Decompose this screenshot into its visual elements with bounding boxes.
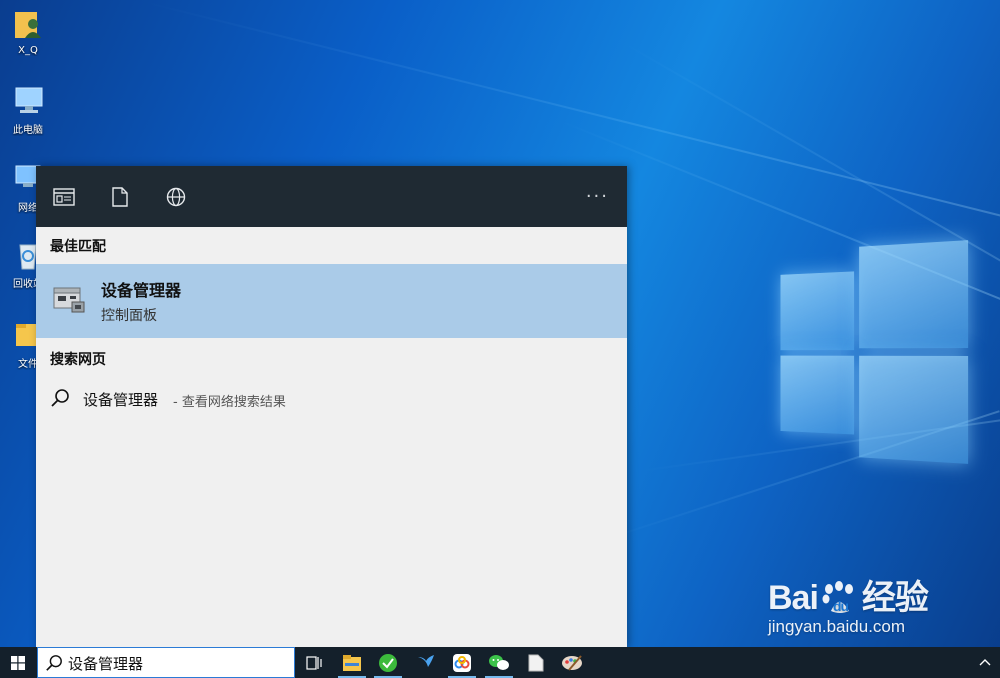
search-results-panel: ··· 最佳匹配 设备管理器 控制面板 搜索网页 设备管理器 - 查看网络搜索结… xyxy=(36,166,627,648)
windows-logo-wallpaper xyxy=(780,240,970,464)
web-search-result[interactable]: 设备管理器 - 查看网络搜索结果 xyxy=(36,382,627,414)
web-query-hint: - 查看网络搜索结果 xyxy=(173,395,286,410)
logo-pane xyxy=(780,355,855,435)
notepad-icon xyxy=(528,654,544,671)
taskbar-green-app[interactable] xyxy=(370,647,406,678)
light-beam xyxy=(619,40,1000,267)
desktop-icon-label: 此电脑 xyxy=(13,125,43,136)
windows-start-icon xyxy=(11,655,25,670)
result-title: 设备管理器 xyxy=(101,281,182,300)
search-icon xyxy=(46,655,62,671)
web-search-heading: 搜索网页 xyxy=(50,352,106,368)
watermark-brand-suffix: 经验 xyxy=(861,579,929,617)
device-manager-icon xyxy=(50,282,86,318)
svg-text:du: du xyxy=(833,598,849,614)
task-view-icon xyxy=(306,655,322,670)
taskbar: 设备管理器 xyxy=(0,647,1000,678)
chevron-up-icon xyxy=(979,659,991,666)
result-subtitle: 控制面板 xyxy=(101,308,157,324)
filter-web-button[interactable] xyxy=(156,181,196,213)
watermark-url: jingyan.baidu.com xyxy=(768,617,906,636)
desktop-icon-this-pc[interactable]: 此电脑 xyxy=(0,84,56,136)
logo-pane xyxy=(859,355,969,464)
web-query-text: 设备管理器 xyxy=(83,391,159,409)
desktop-icon-user[interactable]: X_Q xyxy=(0,8,56,56)
tray-expand-button[interactable] xyxy=(970,647,1000,678)
taskbar-search-input[interactable]: 设备管理器 xyxy=(37,647,295,678)
baidu-netdisk-icon xyxy=(453,653,471,672)
baidu-paw-icon: du xyxy=(818,581,862,614)
desktop-icon-label: X_Q xyxy=(18,45,38,56)
bird-app-icon xyxy=(418,654,434,667)
green-app-icon xyxy=(379,653,397,672)
search-icon xyxy=(51,389,69,407)
apps-filter-icon xyxy=(53,188,75,206)
filter-documents-button[interactable] xyxy=(100,181,140,213)
computer-icon xyxy=(11,84,45,118)
watermark-brand-text: Bai xyxy=(768,579,819,617)
logo-pane xyxy=(859,240,969,349)
wechat-icon xyxy=(489,654,509,670)
start-button[interactable] xyxy=(0,647,36,678)
taskbar-bird-app[interactable] xyxy=(408,647,444,678)
best-match-result[interactable]: 设备管理器 控制面板 xyxy=(36,264,627,338)
filter-apps-button[interactable] xyxy=(44,181,84,213)
paint-icon xyxy=(562,654,582,671)
search-filter-toolbar: ··· xyxy=(36,166,627,227)
taskbar-notepad[interactable] xyxy=(518,647,554,678)
documents-filter-icon xyxy=(112,187,128,207)
web-filter-icon xyxy=(166,187,186,207)
baidu-jingyan-watermark: Bai du 经验 jingyan.baidu.com xyxy=(768,570,929,637)
taskbar-file-explorer[interactable] xyxy=(334,647,370,678)
user-folder-icon xyxy=(11,8,45,42)
logo-pane xyxy=(780,271,855,351)
taskbar-paint[interactable] xyxy=(554,647,590,678)
watermark-brand: Bai du 经验 xyxy=(768,570,929,619)
desktop: X_Q 此电脑 网络 回收站 文件 ··· 最佳匹配 设备管理器 控制面板 搜索… xyxy=(0,0,1000,678)
file-explorer-icon xyxy=(343,654,361,671)
taskbar-baidu-netdisk[interactable] xyxy=(444,647,480,678)
best-match-heading: 最佳匹配 xyxy=(50,239,106,255)
taskbar-wechat[interactable] xyxy=(481,647,517,678)
taskbar-search-value: 设备管理器 xyxy=(68,655,144,673)
more-options-button[interactable]: ··· xyxy=(586,186,609,207)
task-view-button[interactable] xyxy=(296,647,332,678)
